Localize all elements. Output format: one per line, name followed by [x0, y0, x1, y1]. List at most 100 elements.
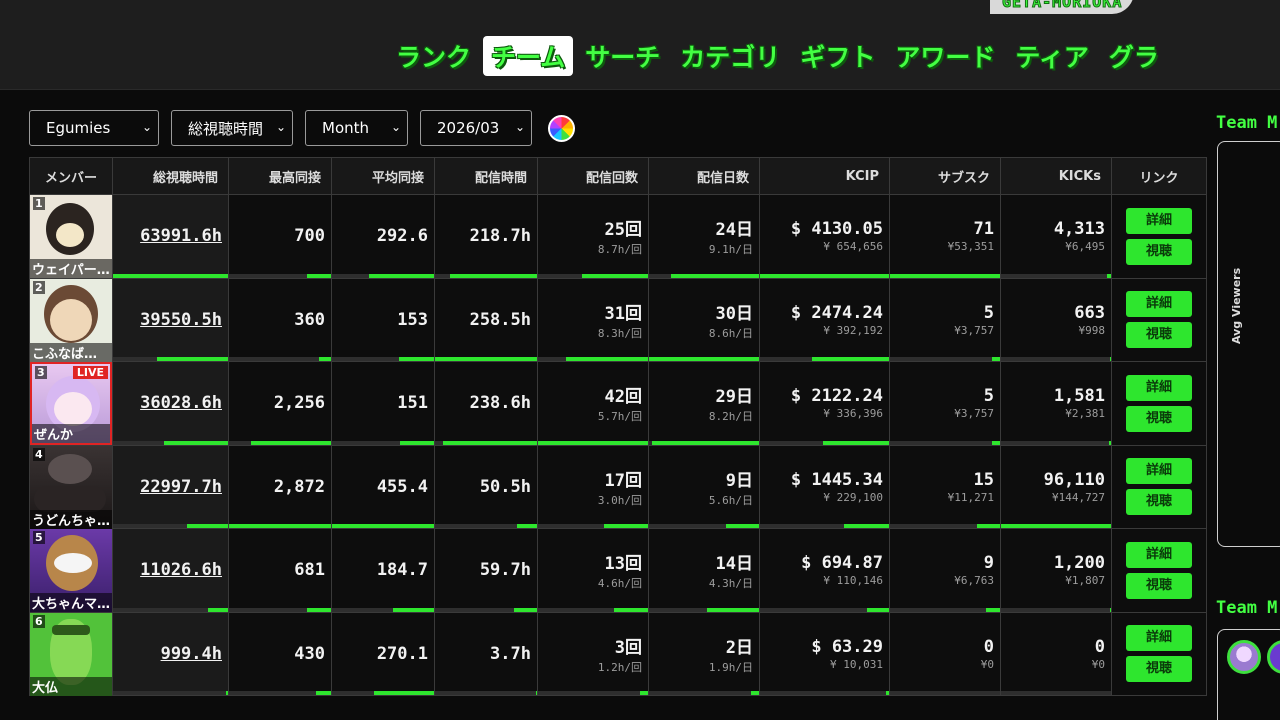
cell-subvalue: ¥998	[1078, 323, 1106, 337]
subs-cell: 0 ¥0	[889, 611, 1001, 696]
site-logo[interactable]: GETA-MORIOKA	[990, 0, 1135, 14]
metric-select[interactable]: 総視聴時間 ⌄	[171, 110, 293, 146]
ratio-bar	[538, 440, 648, 445]
nav-item[interactable]: ランク	[388, 36, 479, 76]
avatar[interactable]: 5 大ちゃんマ…	[30, 529, 112, 612]
ratio-bar	[760, 273, 889, 278]
column-header[interactable]: リンク	[1111, 157, 1207, 195]
cell-value: $ 694.87	[801, 553, 883, 574]
ratio-bar	[707, 607, 759, 612]
nav-item[interactable]: ティア	[1007, 36, 1097, 76]
detail-button[interactable]: 詳細	[1126, 207, 1192, 234]
avatar[interactable]: 1 ウェイパー…	[30, 195, 112, 278]
rank-badge: 2	[33, 280, 45, 294]
member-cell[interactable]: 1 ウェイパー…	[29, 194, 113, 279]
column-header[interactable]: 総視聴時間	[112, 157, 229, 195]
bar-track	[890, 607, 1000, 612]
cell-subvalue: ¥ 10,031	[830, 657, 883, 671]
column-header[interactable]: 配信時間	[434, 157, 538, 195]
member-cell[interactable]: 5 大ちゃんマ…	[29, 528, 113, 613]
detail-button[interactable]: 詳細	[1126, 458, 1192, 485]
avatar[interactable]	[1227, 640, 1261, 674]
stream-count-cell: 13回 4.6h/回	[537, 528, 649, 613]
roulette-wheel-icon[interactable]	[548, 115, 575, 142]
total-watch-link[interactable]: 36028.6h	[113, 393, 222, 413]
total-watch-cell[interactable]: 63991.6h	[112, 194, 229, 279]
cell-value: 29日	[715, 387, 753, 408]
total-watch-link[interactable]: 39550.5h	[113, 310, 222, 330]
member-name: こふなば…	[30, 342, 112, 362]
column-header[interactable]: 配信日数	[648, 157, 760, 195]
column-header[interactable]: サブスク	[889, 157, 1001, 195]
watch-button[interactable]: 視聴	[1126, 656, 1192, 683]
ratio-bar	[613, 607, 648, 612]
nav-item[interactable]: サーチ	[577, 36, 668, 76]
detail-button[interactable]: 詳細	[1126, 541, 1192, 568]
ratio-bar	[867, 607, 889, 612]
stream-count-cell: 42回 5.7h/回	[537, 361, 649, 446]
period-select[interactable]: Month ⌄	[305, 110, 408, 146]
member-cell[interactable]: 2 こふなば…	[29, 277, 113, 362]
bar-track	[1001, 607, 1111, 612]
rank-badge: 5	[33, 531, 45, 544]
nav-item[interactable]: カテゴリ	[672, 36, 788, 76]
cell-value: 25回	[604, 220, 642, 241]
nav-item[interactable]: グラ	[1101, 36, 1167, 76]
member-cell[interactable]: 4 うどんちゃ…	[29, 444, 113, 529]
main-nav: ランク チーム サーチ カテゴリ ギフト アワード ティア グラ	[388, 36, 1167, 76]
total-watch-cell[interactable]: 11026.6h	[112, 528, 229, 613]
watch-button[interactable]: 視聴	[1126, 238, 1192, 265]
member-name: ウェイパー…	[30, 259, 112, 278]
detail-button[interactable]: 詳細	[1126, 625, 1192, 652]
links-cell: 詳細 視聴	[1111, 361, 1207, 446]
column-header[interactable]: 配信回数	[537, 157, 649, 195]
cell-subvalue: ¥3,757	[954, 407, 994, 421]
nav-item[interactable]: ギフト	[792, 36, 883, 76]
peak-viewers-cell: 430	[228, 611, 332, 696]
month-select[interactable]: 2026/03 ⌄	[420, 110, 532, 146]
total-watch-link[interactable]: 63991.6h	[113, 226, 222, 246]
avatar[interactable]: 2 こふなば…	[30, 278, 112, 362]
member-cell[interactable]: 6 大仏	[29, 611, 113, 696]
watch-button[interactable]: 視聴	[1126, 572, 1192, 599]
bar-track	[229, 357, 331, 361]
watch-button[interactable]: 視聴	[1126, 489, 1192, 516]
ratio-bar	[565, 357, 648, 361]
total-watch-cell[interactable]: 39550.5h	[112, 277, 229, 362]
ratio-bar	[443, 440, 537, 445]
cell-subvalue: ¥ 229,100	[823, 490, 883, 504]
avatar[interactable]: 3 LIVE ぜんか	[30, 362, 112, 445]
kicks-cell: 0 ¥0	[1000, 611, 1112, 696]
detail-button[interactable]: 詳細	[1126, 374, 1192, 401]
avatar[interactable]: 4 うどんちゃ…	[30, 445, 112, 529]
total-watch-link[interactable]: 22997.7h	[113, 477, 222, 497]
bar-track	[1001, 273, 1111, 278]
bar-track	[890, 691, 1000, 695]
links-cell: 詳細 視聴	[1111, 277, 1207, 362]
ratio-bar	[318, 357, 331, 361]
team-select[interactable]: Egumies ⌄	[29, 110, 159, 146]
total-watch-cell[interactable]: 999.4h	[112, 611, 229, 696]
avatar[interactable]: 6 大仏	[30, 612, 112, 696]
watch-button[interactable]: 視聴	[1126, 322, 1192, 349]
watch-button[interactable]: 視聴	[1126, 405, 1192, 432]
column-header[interactable]: 平均同接	[331, 157, 435, 195]
ratio-bar	[513, 607, 537, 612]
total-watch-cell[interactable]: 36028.6h	[112, 361, 229, 446]
chevron-down-icon: ⌄	[390, 120, 401, 134]
total-watch-link[interactable]: 11026.6h	[113, 560, 222, 580]
ratio-bar	[751, 691, 759, 695]
member-cell[interactable]: 3 LIVE ぜんか	[29, 361, 113, 446]
total-watch-link[interactable]: 999.4h	[113, 644, 222, 664]
total-watch-cell[interactable]: 22997.7h	[112, 444, 229, 529]
column-header[interactable]: メンバー	[29, 157, 113, 195]
detail-button[interactable]: 詳細	[1126, 291, 1192, 318]
ratio-bar	[976, 524, 1000, 528]
cell-value: 292.6	[376, 226, 428, 247]
column-header[interactable]: 最高同接	[228, 157, 332, 195]
column-header[interactable]: KICKs	[1000, 157, 1112, 195]
column-header[interactable]: KCIP	[759, 157, 890, 195]
nav-item[interactable]: アワード	[887, 36, 1003, 76]
nav-item[interactable]: チーム	[483, 36, 574, 76]
bar-track	[435, 691, 537, 695]
